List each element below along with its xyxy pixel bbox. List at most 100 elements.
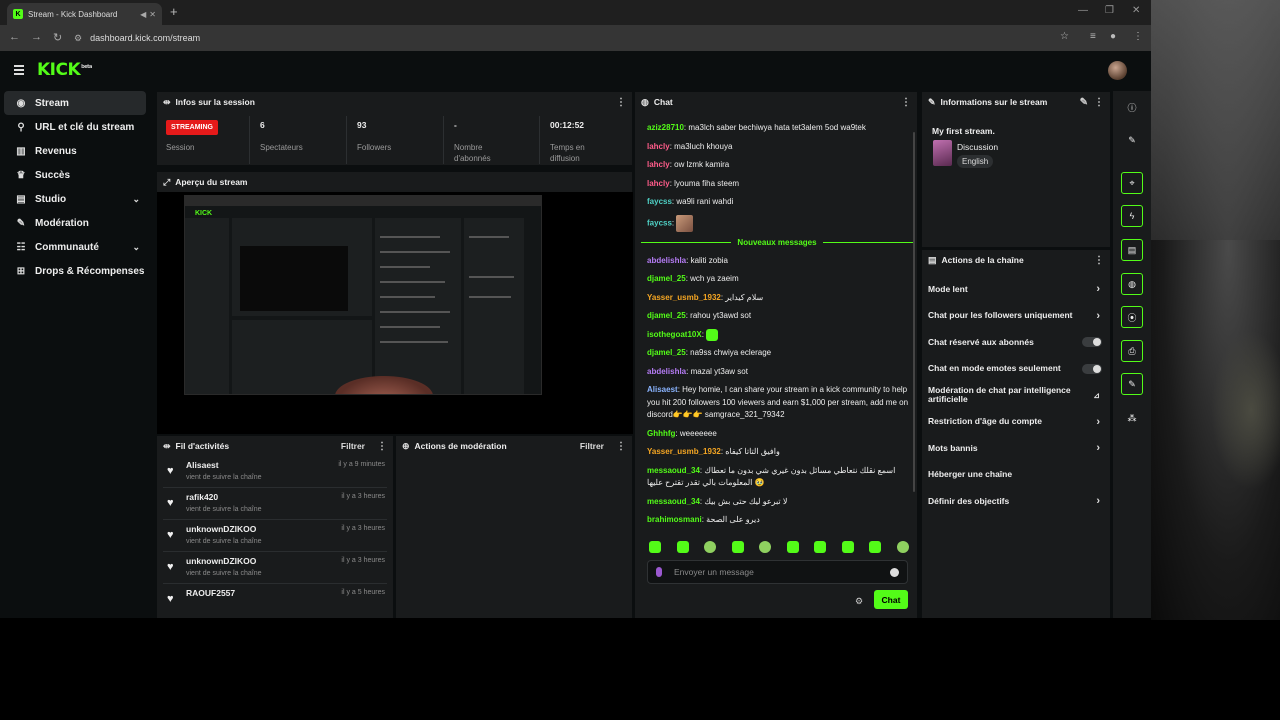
emote-icon[interactable] <box>731 541 744 553</box>
chat-message[interactable]: Yasser_usmb_1932: سلام كيداير <box>641 292 913 305</box>
print-icon[interactable]: ⎙ <box>1121 340 1143 362</box>
emote-icon[interactable] <box>704 541 717 553</box>
browser-menu-icon[interactable]: ⋮ <box>1133 31 1143 42</box>
chat-message[interactable]: faycss: wa9li rani wahdi <box>641 196 913 209</box>
profile-icon[interactable]: ● <box>1110 31 1116 42</box>
chat-username[interactable]: aziz28710 <box>647 123 684 132</box>
emote-icon[interactable] <box>896 541 909 553</box>
activity-filter-button[interactable]: Filtrer <box>341 441 365 451</box>
sidebar-item-moderation[interactable]: ✎ Modération <box>4 211 146 235</box>
sidebar-item-drops[interactable]: ⊞ Drops & Récompenses <box>4 259 146 283</box>
sidebar-item-revenus[interactable]: ▥ Revenus <box>4 139 146 163</box>
kebab-icon[interactable]: ⋮ <box>616 97 626 108</box>
activity-item[interactable]: ♥ unknownDZIKOO vient de suivre la chaîn… <box>163 520 387 552</box>
menu-icon[interactable] <box>14 65 24 75</box>
chat-message[interactable]: Alisaest: Hey homie, I can share your st… <box>641 384 913 422</box>
chat-message[interactable]: Yasser_usmb_1932: وافيق التاتا كيفاه <box>641 446 913 459</box>
emote-icon[interactable] <box>649 541 661 553</box>
chat-username[interactable]: faycss <box>647 197 672 206</box>
pen-icon[interactable]: ✎ <box>1121 129 1143 151</box>
back-icon[interactable]: ← <box>9 31 20 43</box>
emote-icon[interactable] <box>786 541 799 553</box>
bookmark-star-icon[interactable]: ☆ <box>1060 31 1069 42</box>
chat-username[interactable]: lahcly <box>647 160 670 169</box>
stream-preview[interactable]: KICK <box>157 192 633 434</box>
toggle-switch[interactable] <box>1082 363 1102 374</box>
kebab-icon[interactable]: ⋮ <box>1094 255 1104 266</box>
sidebar-item-stream[interactable]: ◉ Stream <box>4 91 146 115</box>
chat-message[interactable]: lahcly: ow lzmk kamira <box>641 159 913 172</box>
chat-message[interactable]: Ghhhfg: weeeeeee <box>641 428 913 441</box>
chat-message[interactable]: messaoud_34: لا تبرعو ليك حتى بش بيك <box>641 496 913 509</box>
bolt-icon[interactable]: ϟ <box>1121 205 1143 227</box>
chat-username[interactable]: djamel_25 <box>647 274 686 283</box>
stream-category[interactable]: Discussion <box>957 142 998 152</box>
reload-icon[interactable]: ↻ <box>53 31 62 44</box>
forward-icon[interactable]: → <box>31 31 42 43</box>
chat-message[interactable]: djamel_25: na9ss chwiya eclerage <box>641 347 913 360</box>
chat-username[interactable]: Yasser_usmb_1932 <box>647 293 721 302</box>
chat-bubble-icon[interactable]: ◍ <box>1121 273 1143 295</box>
activity-item[interactable]: ♥ Alisaest vient de suivre la chaîne il … <box>163 456 387 488</box>
activity-item[interactable]: ♥ rafik420 vient de suivre la chaîne il … <box>163 488 387 520</box>
toggle-switch[interactable] <box>1082 337 1102 348</box>
kebab-icon[interactable]: ⋮ <box>616 441 626 452</box>
chat-scrollbar[interactable] <box>913 132 915 492</box>
emote-icon[interactable] <box>841 541 854 553</box>
emote-icon[interactable] <box>814 541 827 553</box>
chat-username[interactable]: Ghhhfg <box>647 429 675 438</box>
chat-username[interactable]: Yasser_usmb_1932 <box>647 447 721 456</box>
kebab-icon[interactable]: ⋮ <box>1094 97 1104 108</box>
user-avatar[interactable] <box>1108 61 1127 80</box>
emote-icon[interactable] <box>759 541 772 553</box>
chat-username[interactable]: messaoud_34 <box>647 497 700 506</box>
chat-message[interactable]: faycss: <box>641 214 913 232</box>
chat-username[interactable]: Alisaest <box>647 385 678 394</box>
chat-username[interactable]: djamel_25 <box>647 311 686 320</box>
new-tab-button[interactable]: + <box>170 4 178 19</box>
emote-icon[interactable] <box>676 541 689 553</box>
extensions-icon[interactable]: ≡ <box>1090 31 1096 42</box>
sidebar-item-url[interactable]: ⚲ URL et clé du stream <box>4 115 146 139</box>
minimize-icon[interactable]: — <box>1078 5 1088 16</box>
chat-username[interactable]: brahimosmani <box>647 515 702 524</box>
channel-action-item[interactable]: Restriction d'âge du compte › <box>922 409 1110 436</box>
chat-username[interactable]: abdelishla <box>647 367 686 376</box>
sidebar-item-communaute[interactable]: ☷ Communauté ⌄ <box>4 235 146 259</box>
chat-message[interactable]: isothegoat10X: <box>641 328 913 342</box>
kick-logo[interactable]: KICKbeta <box>37 60 92 80</box>
channel-action-item[interactable]: Définir des objectifs › <box>922 488 1110 515</box>
sidebar-item-succes[interactable]: ♛ Succès <box>4 163 146 187</box>
users-icon[interactable]: ⁂ <box>1121 407 1143 429</box>
chat-message[interactable]: abdelishla: mazal yt3aw sot <box>641 366 913 379</box>
activity-item[interactable]: ♥ unknownDZIKOO vient de suivre la chaîn… <box>163 552 387 584</box>
chat-username[interactable]: faycss <box>647 218 672 227</box>
activity-item[interactable]: ♥ RAOUF2557 il y a 5 heures <box>163 584 387 616</box>
channel-action-item[interactable]: Héberger une chaîne <box>922 462 1110 489</box>
chat-username[interactable]: messaoud_34 <box>647 466 700 475</box>
channel-action-item[interactable]: Chat pour les followers uniquement › <box>922 303 1110 330</box>
moderation-filter-button[interactable]: Filtrer <box>580 441 604 451</box>
emoji-picker-icon[interactable] <box>890 567 899 577</box>
info-icon[interactable]: ⓘ <box>1121 96 1143 118</box>
gear-icon[interactable]: ⚙ <box>855 596 863 607</box>
window-close-icon[interactable]: ✕ <box>1132 5 1140 16</box>
speaker-icon[interactable]: ◀ <box>140 10 146 19</box>
sidebar-item-studio[interactable]: ▤ Studio ⌄ <box>4 187 146 211</box>
chat-username[interactable]: abdelishla <box>647 256 686 265</box>
emote-icon[interactable] <box>869 541 882 553</box>
chat-send-button[interactable]: Chat <box>874 590 908 609</box>
channel-action-item[interactable]: Mode lent › <box>922 276 1110 303</box>
chat-message[interactable]: lahcly: ma3luch khouya <box>641 141 913 154</box>
maximize-icon[interactable]: ❐ <box>1105 5 1114 16</box>
broadcast-icon[interactable]: ⦿ <box>1121 306 1143 328</box>
site-info-icon[interactable]: ⚙ <box>74 33 82 44</box>
chat-message[interactable]: djamel_25: rahou yt3awd sot <box>641 310 913 323</box>
microphone-icon[interactable] <box>656 567 662 577</box>
channel-action-item[interactable]: Chat réservé aux abonnés <box>922 329 1110 356</box>
kebab-icon[interactable]: ⋮ <box>377 441 387 452</box>
channel-action-item[interactable]: Chat en mode emotes seulement <box>922 356 1110 383</box>
doc-icon[interactable]: ▤ <box>1121 239 1143 261</box>
chat-message[interactable]: aziz28710: ma3lch saber bechiwya hata te… <box>641 122 913 135</box>
target-icon[interactable]: ⌖ <box>1121 172 1143 194</box>
